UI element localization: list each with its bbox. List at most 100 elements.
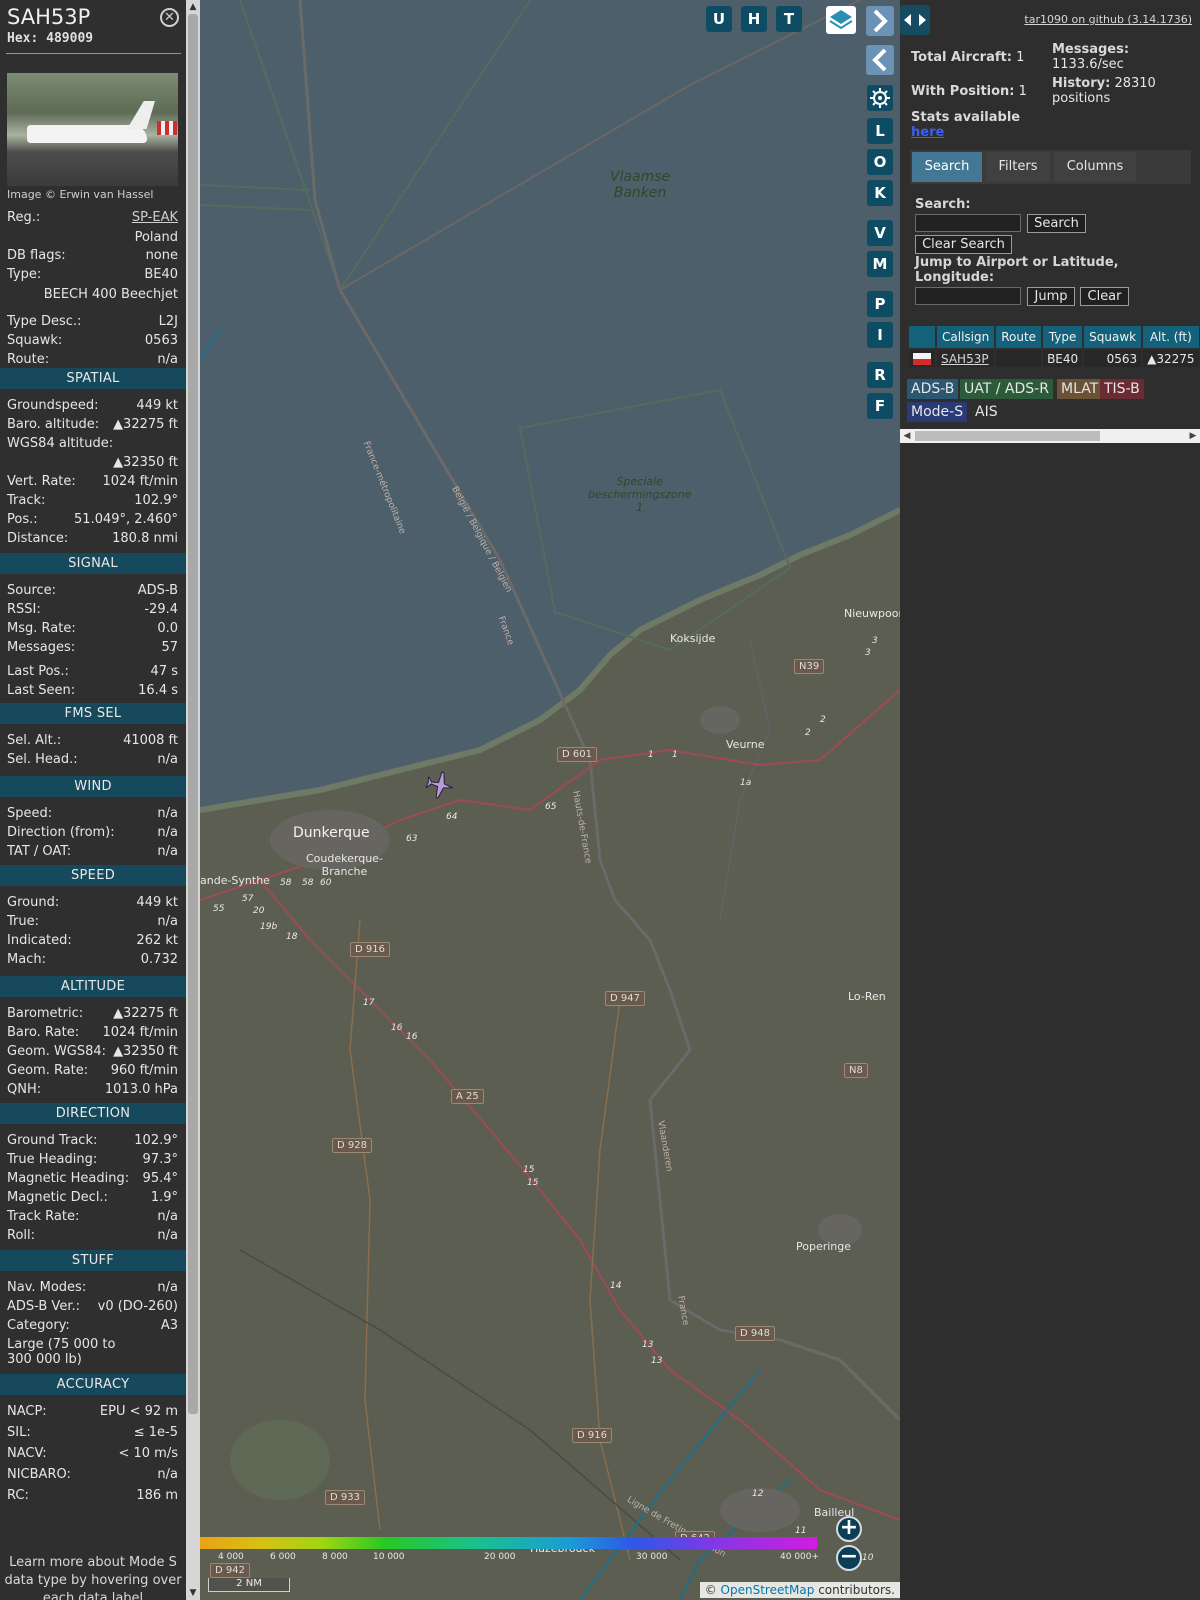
clear-button[interactable]: Clear bbox=[1080, 287, 1129, 306]
detail-label[interactable]: Source: bbox=[7, 583, 56, 598]
detail-label[interactable]: Indicated: bbox=[7, 933, 72, 948]
toggle-k-button[interactable]: K bbox=[867, 180, 893, 206]
clear-search-button[interactable]: Clear Search bbox=[915, 235, 1012, 254]
search-button[interactable]: Search bbox=[1027, 214, 1086, 233]
detail-label[interactable]: Roll: bbox=[7, 1228, 35, 1243]
scroll-down-icon[interactable]: ▼ bbox=[186, 1586, 200, 1600]
detail-label[interactable]: Msg. Rate: bbox=[7, 621, 76, 636]
toggle-f-button[interactable]: F bbox=[867, 393, 893, 419]
column-header[interactable] bbox=[909, 326, 935, 348]
detail-label[interactable]: Track Rate: bbox=[7, 1209, 79, 1224]
detail-label[interactable]: Geom. WGS84: bbox=[7, 1044, 106, 1059]
hscroll-thumb[interactable] bbox=[915, 431, 1100, 441]
source-badge[interactable]: MLAT bbox=[1057, 379, 1103, 399]
expand-right-button[interactable] bbox=[866, 6, 894, 36]
detail-label[interactable]: RSSI: bbox=[7, 602, 41, 617]
toggle-m-button[interactable]: M bbox=[867, 251, 893, 277]
toggle-t-button[interactable]: T bbox=[776, 6, 802, 32]
source-badge[interactable]: Mode-S bbox=[907, 402, 968, 422]
tab-search[interactable]: Search bbox=[912, 152, 982, 182]
zoom-in-button[interactable]: + bbox=[836, 1516, 862, 1542]
detail-label[interactable]: Ground Track: bbox=[7, 1133, 97, 1148]
osm-link[interactable]: OpenStreetMap bbox=[721, 1583, 815, 1597]
detail-label[interactable]: Ground: bbox=[7, 895, 59, 910]
aircraft-marker-icon[interactable] bbox=[425, 770, 455, 800]
detail-label[interactable]: NACV: bbox=[7, 1446, 47, 1461]
tab-columns[interactable]: Columns bbox=[1054, 152, 1136, 182]
column-header[interactable]: Alt. (ft) bbox=[1143, 326, 1199, 348]
registration-link[interactable]: SP-EAK bbox=[132, 210, 178, 225]
zoom-out-button[interactable]: − bbox=[836, 1545, 862, 1571]
detail-label[interactable]: Baro. Rate: bbox=[7, 1025, 79, 1040]
source-badge[interactable]: AIS bbox=[971, 402, 1002, 422]
tab-filters[interactable]: Filters bbox=[986, 152, 1050, 182]
column-header[interactable]: Squawk bbox=[1084, 326, 1142, 348]
detail-label[interactable]: Messages: bbox=[7, 640, 75, 655]
detail-label[interactable]: QNH: bbox=[7, 1082, 41, 1097]
detail-label[interactable]: NACP: bbox=[7, 1404, 47, 1419]
toggle-i-button[interactable]: I bbox=[867, 322, 893, 348]
detail-label[interactable]: Nav. Modes: bbox=[7, 1280, 86, 1295]
source-badge[interactable]: ADS-B bbox=[907, 379, 959, 399]
jump-input[interactable] bbox=[915, 287, 1021, 305]
layers-button[interactable] bbox=[826, 6, 856, 34]
stats-link[interactable]: here bbox=[911, 125, 944, 140]
detail-label[interactable]: TAT / OAT: bbox=[7, 844, 71, 859]
toggle-r-button[interactable]: R bbox=[867, 362, 893, 388]
detail-label[interactable]: Vert. Rate: bbox=[7, 474, 76, 489]
detail-label[interactable]: WGS84 altitude: bbox=[7, 436, 113, 451]
detail-label[interactable]: Mach: bbox=[7, 952, 46, 967]
detail-label[interactable]: Magnetic Decl.: bbox=[7, 1190, 108, 1205]
detail-label[interactable]: Pos.: bbox=[7, 512, 38, 527]
search-input[interactable] bbox=[915, 214, 1021, 232]
toggle-panel-button[interactable] bbox=[900, 5, 930, 35]
github-link[interactable]: tar1090 on github (3.14.1736) bbox=[1024, 13, 1192, 26]
left-panel-scrollbar[interactable]: ▲ ▼ bbox=[186, 0, 200, 1600]
scroll-left-icon[interactable]: ◀ bbox=[900, 429, 914, 443]
detail-label[interactable]: Sel. Alt.: bbox=[7, 733, 61, 748]
detail-label[interactable]: Sel. Head.: bbox=[7, 752, 78, 767]
cell-callsign[interactable]: SAH53P bbox=[937, 350, 995, 367]
column-header[interactable]: Callsign bbox=[937, 326, 995, 348]
column-header[interactable]: Type bbox=[1043, 326, 1083, 348]
detail-label[interactable]: Track: bbox=[7, 493, 45, 508]
detail-label[interactable]: Groundspeed: bbox=[7, 398, 98, 413]
detail-label[interactable]: Direction (from): bbox=[7, 825, 115, 840]
detail-label[interactable]: Speed: bbox=[7, 806, 52, 821]
toggle-v-button[interactable]: V bbox=[867, 220, 893, 246]
detail-label[interactable]: Geom. Rate: bbox=[7, 1063, 88, 1078]
detail-label[interactable]: Last Pos.: bbox=[7, 664, 69, 679]
toggle-u-button[interactable]: U bbox=[706, 6, 732, 32]
column-header[interactable]: Route bbox=[996, 326, 1042, 348]
scroll-up-icon[interactable]: ▲ bbox=[186, 0, 200, 14]
close-icon[interactable]: ✕ bbox=[160, 8, 179, 27]
source-badge[interactable]: TIS-B bbox=[1100, 379, 1144, 399]
toggle-h-button[interactable]: H bbox=[741, 6, 767, 32]
scrollbar-thumb[interactable] bbox=[188, 14, 198, 1414]
toggle-o-button[interactable]: O bbox=[867, 149, 893, 175]
detail-label[interactable]: ADS-B Ver.: bbox=[7, 1299, 80, 1314]
detail-label[interactable]: Baro. altitude: bbox=[7, 417, 99, 432]
table-horizontal-scrollbar[interactable]: ◀ ▶ bbox=[900, 429, 1200, 443]
detail-label[interactable]: Last Seen: bbox=[7, 683, 75, 698]
detail-label[interactable]: NICBARO: bbox=[7, 1467, 71, 1482]
detail-label[interactable]: True Heading: bbox=[7, 1152, 97, 1167]
detail-label[interactable]: RC: bbox=[7, 1488, 29, 1503]
jump-button[interactable]: Jump bbox=[1027, 287, 1075, 306]
detail-label[interactable]: Distance: bbox=[7, 531, 68, 546]
table-row[interactable]: SAH53P BE40 0563 ▲32275 bbox=[909, 350, 1200, 367]
toggle-p-button[interactable]: P bbox=[867, 291, 893, 317]
scroll-right-icon[interactable]: ▶ bbox=[1186, 429, 1200, 443]
aircraft-photo[interactable] bbox=[7, 73, 178, 186]
toggle-l-button[interactable]: L bbox=[867, 118, 893, 144]
detail-label[interactable]: Magnetic Heading: bbox=[7, 1171, 129, 1186]
detail-label[interactable]: SIL: bbox=[7, 1425, 31, 1440]
settings-button[interactable] bbox=[867, 85, 893, 111]
detail-label[interactable]: True: bbox=[7, 914, 39, 929]
source-badge[interactable]: UAT / ADS-R bbox=[960, 379, 1053, 399]
detail-label[interactable]: Category: bbox=[7, 1318, 70, 1333]
detail-label[interactable]: Barometric: bbox=[7, 1006, 83, 1021]
altitude-legend[interactable] bbox=[200, 1537, 817, 1549]
collapse-left-button[interactable] bbox=[866, 45, 894, 75]
map-view[interactable]: Vlaamse Banken Speciale beschermingszone 1 … bbox=[200, 0, 900, 1600]
